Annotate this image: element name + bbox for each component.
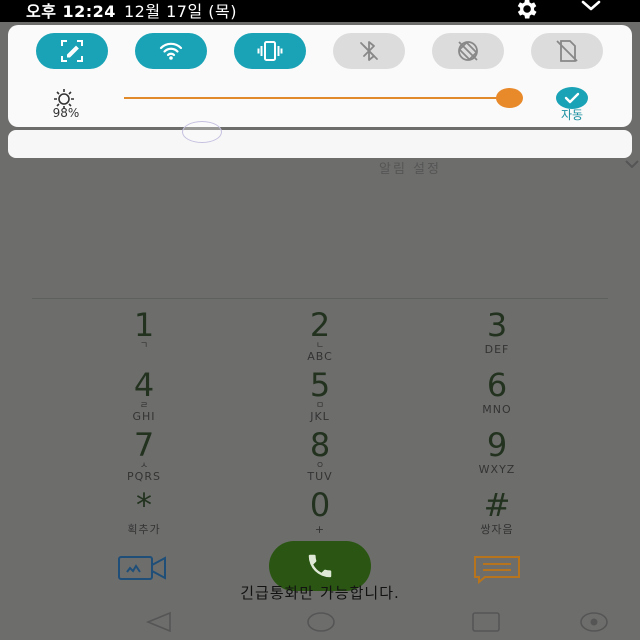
quick-settings-panel: 98% 자동: [8, 25, 632, 127]
status-bar: 오후 12:24 12월 17일 (목): [0, 0, 640, 22]
auto-brightness-label: 자동: [560, 108, 584, 122]
dual-window-icon[interactable]: [578, 611, 610, 633]
chevron-down-icon[interactable]: [624, 158, 640, 170]
dialpad-key-2[interactable]: 2 ㄴ ABC: [260, 309, 380, 363]
dialpad-letters: ABC: [307, 350, 333, 363]
dialpad-letters: TUV: [307, 470, 333, 483]
message-icon[interactable]: [471, 554, 523, 584]
gear-icon[interactable]: [513, 0, 539, 22]
dialpad-digit: 9: [486, 426, 508, 464]
alarm-settings-link[interactable]: 알림 설정: [330, 158, 490, 177]
video-call-icon[interactable]: [116, 554, 168, 582]
dialpad-key-6[interactable]: 6 MNO: [437, 369, 557, 417]
dialpad-digit: 1: [133, 306, 155, 344]
dialpad-key-1[interactable]: 1ㄱ: [84, 309, 204, 351]
dialpad-letters: +: [314, 523, 326, 536]
brightness-percent: 98%: [52, 106, 80, 120]
dialpad-digit: 4: [133, 366, 155, 404]
dialpad-key-7[interactable]: 7 ㅅ PQRS: [84, 429, 204, 483]
dialpad-key-0[interactable]: 0 +: [260, 489, 380, 537]
touch-indicator: [182, 121, 222, 143]
status-time: 오후 12:24 12월 17일 (목): [26, 0, 237, 22]
dialpad-letters: GHI: [132, 410, 156, 423]
dialpad-key-hash[interactable]: # 쌍자음: [437, 489, 557, 537]
toggle-no-sim[interactable]: [531, 33, 603, 69]
dialpad-key-3[interactable]: 3 DEF: [437, 309, 557, 357]
brightness-slider-track[interactable]: [124, 97, 516, 99]
vibrate-icon: [257, 41, 283, 61]
dialpad-letters: MNO: [482, 403, 512, 416]
dialpad-letters: PQRS: [127, 470, 161, 483]
divider: [32, 298, 608, 299]
dialpad-key-8[interactable]: 8 ㅇ TUV: [260, 429, 380, 483]
toggle-screen-capture[interactable]: [36, 33, 108, 69]
emergency-only-text: 긴급통화만 가능합니다.: [240, 584, 400, 602]
recents-icon[interactable]: [470, 611, 502, 633]
chevron-down-icon[interactable]: [580, 0, 602, 14]
dialpad-digit: 7: [133, 426, 155, 464]
dialpad-digit: #: [483, 486, 511, 524]
wifi-icon: [159, 42, 183, 60]
clock: 오후 12:24: [26, 2, 116, 21]
dialpad-letters: 쌍자음: [480, 523, 514, 536]
dialpad-key-5[interactable]: 5 ㅁ JKL: [260, 369, 380, 423]
phone-icon: [308, 554, 332, 578]
toggle-vibrate[interactable]: [234, 33, 306, 69]
no-sim-icon: [556, 40, 578, 62]
dialpad-letters: JKL: [310, 410, 330, 423]
dialpad-key-9[interactable]: 9 WXYZ: [437, 429, 557, 477]
dialpad-key-4[interactable]: 4 ㄹ GHI: [84, 369, 204, 423]
status-date: 12월 17일 (목): [123, 2, 237, 21]
bluetooth-off-icon: [360, 41, 378, 61]
dialpad-digit: 0: [309, 486, 331, 524]
brightness-slider-thumb[interactable]: [496, 88, 523, 108]
dialpad-digit: 5: [309, 366, 331, 404]
dialpad-digit: 6: [486, 366, 508, 404]
dialpad-digit: 3: [486, 306, 508, 344]
notification-area[interactable]: [8, 130, 632, 158]
toggle-auto-rotate[interactable]: [432, 33, 504, 69]
rotate-off-icon: [458, 41, 478, 61]
dialpad-digit: 8: [309, 426, 331, 464]
home-icon[interactable]: [306, 611, 336, 633]
dialpad-digit: *: [136, 486, 152, 524]
dialpad-digit: 2: [309, 306, 331, 344]
dialpad-hangul: ㄱ: [139, 341, 149, 351]
dialpad-letters: WXYZ: [478, 463, 516, 476]
check-icon: [564, 92, 580, 104]
dialpad-key-star[interactable]: * 획추가: [84, 489, 204, 537]
dialpad-letters: DEF: [484, 343, 510, 356]
screen-capture-icon: [61, 40, 83, 62]
back-icon[interactable]: [144, 611, 174, 633]
toggle-wifi[interactable]: [135, 33, 207, 69]
dialpad-letters: 획추가: [127, 523, 161, 536]
toggle-bluetooth[interactable]: [333, 33, 405, 69]
